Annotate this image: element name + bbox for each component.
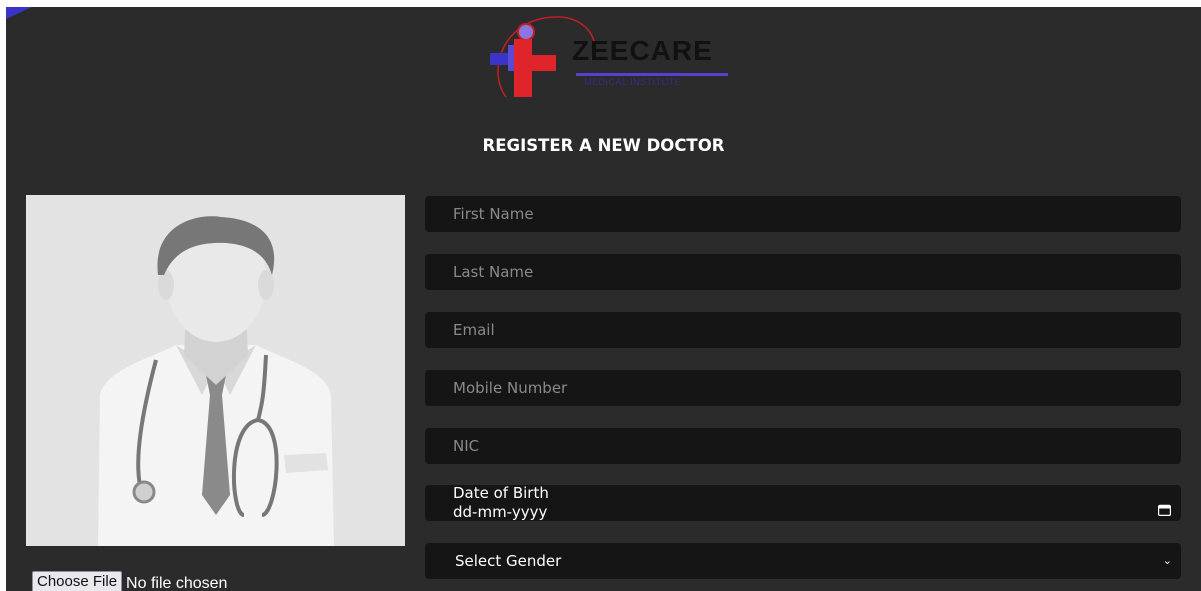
corner-accent (6, 7, 32, 19)
brand-tagline: MEDICAL INSTITUTE (584, 77, 682, 87)
first-name-input[interactable]: First Name (425, 196, 1181, 232)
gender-selected-value: Select Gender (455, 552, 562, 570)
brand-name: ZEECARE (572, 35, 713, 66)
page-title: REGISTER A NEW DOCTOR (482, 136, 725, 155)
file-picker: Choose File No file chosen (32, 571, 227, 591)
choose-file-button[interactable]: Choose File (32, 571, 123, 591)
nic-input[interactable]: NIC (425, 428, 1181, 464)
date-of-birth-input[interactable]: Date of Birth dd-mm-yyyy (425, 485, 1181, 521)
calendar-icon[interactable] (1158, 504, 1171, 516)
page: ZEECARE MEDICAL INSTITUTE REGISTER A NEW… (6, 7, 1201, 591)
brand-logo[interactable]: ZEECARE MEDICAL INSTITUTE (484, 9, 734, 109)
doctor-avatar-preview (26, 195, 405, 546)
dob-label: Date of Birth (453, 484, 549, 502)
file-status: No file chosen (126, 575, 228, 591)
email-input[interactable]: Email (425, 312, 1181, 348)
chevron-down-icon: ⌄ (1162, 554, 1172, 567)
last-name-input[interactable]: Last Name (425, 254, 1181, 290)
doctor-avatar-icon (26, 195, 405, 546)
mobile-number-input[interactable]: Mobile Number (425, 370, 1181, 406)
dob-value: dd-mm-yyyy (453, 503, 548, 521)
gender-select[interactable]: Select Gender ⌄ (425, 543, 1181, 579)
